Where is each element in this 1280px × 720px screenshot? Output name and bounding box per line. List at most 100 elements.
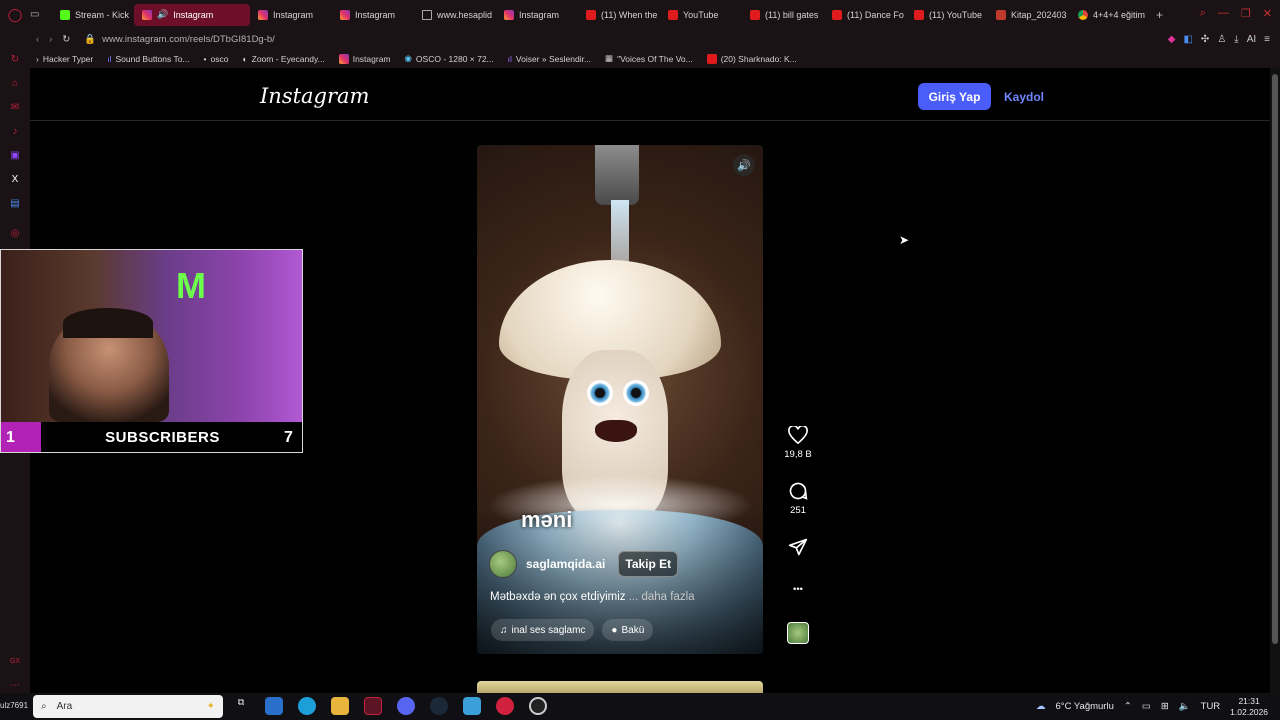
new-tab-icon[interactable]: + — [1156, 8, 1163, 22]
volume-icon[interactable]: 🔊 — [733, 154, 755, 176]
bookmark-osco[interactable]: • osco — [204, 54, 229, 64]
forward-icon[interactable]: › — [49, 34, 52, 45]
bookmark-zoom[interactable]: ◐ Zoom - Eyecandy... — [242, 54, 324, 64]
back-icon[interactable]: ‹ — [36, 34, 39, 45]
dot-icon: • — [203, 53, 207, 64]
youtube-icon — [706, 53, 717, 64]
bookmark-hacker-typer[interactable]: › Hacker Typer — [36, 54, 93, 64]
opera-icon[interactable]: ◯ — [0, 7, 30, 23]
opera-icon[interactable] — [496, 697, 514, 715]
page-scrollbar[interactable] — [1270, 68, 1280, 693]
download-icon[interactable]: ⤓ — [1234, 34, 1238, 45]
settings-app-icon[interactable] — [463, 697, 481, 715]
file-explorer-icon[interactable] — [331, 697, 349, 715]
tab-instagram-3[interactable]: Instagram — [332, 4, 414, 26]
more-link[interactable]: ... daha fazla — [629, 591, 695, 603]
obs-icon[interactable] — [529, 697, 547, 715]
tab-egitim[interactable]: 4+4+4 eğitim — [1070, 4, 1152, 26]
bookmark-sound-buttons[interactable]: ıl Sound Buttons To... — [107, 54, 189, 64]
extension-icon[interactable]: ◆ — [1168, 34, 1176, 45]
tab-instagram-active[interactable]: 🔊 Instagram — [134, 3, 250, 26]
profile-icon[interactable]: ♙ — [1217, 34, 1226, 45]
search-icon[interactable]: ⌕ — [1200, 7, 1206, 20]
reload-icon[interactable]: ↻ — [62, 34, 70, 45]
weather-text[interactable]: 6°C Yağmurlu — [1056, 701, 1114, 712]
tab-instagram-4[interactable]: Instagram — [496, 4, 578, 26]
monitor-icon[interactable]: ▭ — [1142, 701, 1151, 712]
location-chip[interactable]: ● Bakü — [602, 619, 654, 641]
vk-icon[interactable]: ▤ — [9, 197, 21, 209]
tab-youtube-dance[interactable]: (11) Dance Fo — [824, 4, 906, 26]
monster-logo-icon: M — [176, 265, 206, 306]
avatar[interactable] — [489, 550, 517, 578]
audio-thumbnail-icon[interactable] — [787, 622, 809, 644]
scrollbar-thumb[interactable] — [1272, 74, 1278, 644]
twitch-icon[interactable]: ▣ — [9, 149, 21, 161]
tab-youtube-2[interactable]: (11) YouTube — [906, 4, 988, 26]
url-field[interactable]: 🔒 www.instagram.com/reels/DTbGI81Dg-b/ — [84, 34, 274, 45]
tab-hesaplid[interactable]: www.hesaplid — [414, 4, 496, 26]
ai-button[interactable]: AI — [1247, 34, 1256, 45]
comment-count: 251 — [790, 505, 806, 516]
globe-icon: ◉ — [404, 53, 412, 63]
minimize-icon[interactable]: — — [1218, 7, 1229, 20]
bookmark-osco-1280[interactable]: ◉ OSCO - 1280 × 72... — [405, 53, 494, 64]
more-icon[interactable]: ⋯ — [9, 679, 21, 691]
audio-chip[interactable]: ♫ inal ses saglamc — [491, 619, 595, 641]
language-indicator[interactable]: TUR — [1201, 701, 1221, 712]
network-icon[interactable]: ⊞ — [1161, 701, 1169, 712]
store-icon[interactable] — [265, 697, 283, 715]
reel-username[interactable]: saglamqida.ai — [526, 557, 605, 571]
volume-icon[interactable]: 🔈 — [1179, 701, 1191, 712]
subscriber-count-right: 7 — [284, 428, 293, 446]
close-icon[interactable]: ✕ — [1263, 7, 1272, 20]
discord-icon[interactable] — [397, 697, 415, 715]
next-reel-preview[interactable] — [477, 681, 763, 693]
clock[interactable]: 21:31 1.02.2026 — [1230, 696, 1268, 718]
tab-stream-kick[interactable]: Stream - Kick — [52, 4, 134, 26]
login-button[interactable]: Giriş Yap — [918, 83, 991, 110]
task-view-icon[interactable]: ⧉ — [232, 697, 250, 715]
bookmark-sharknado[interactable]: (20) Sharknado: K... — [706, 53, 797, 64]
menu-icon[interactable]: ≡ — [1264, 34, 1270, 45]
tab-kitap[interactable]: Kitap_202403 — [988, 4, 1070, 26]
edge-icon[interactable] — [298, 697, 316, 715]
book-icon — [996, 9, 1006, 20]
taskbar-search[interactable]: ⌕ Ara ✦ — [33, 695, 223, 718]
share-icon[interactable] — [787, 536, 809, 558]
tab-instagram-2[interactable]: Instagram — [250, 4, 332, 26]
browser-tab-bar: ◯ ▭ Stream - Kick 🔊 Instagram Instagram I… — [0, 0, 1280, 29]
bookmark-instagram[interactable]: Instagram — [338, 53, 391, 64]
comment-icon[interactable] — [787, 480, 809, 502]
chevron-up-icon[interactable]: ⌃ — [1124, 701, 1132, 712]
translate-icon[interactable]: ◧ — [1183, 34, 1192, 45]
gx-icon[interactable]: GX — [9, 655, 21, 667]
image-icon: ▦ — [605, 53, 614, 63]
opera-gx-icon[interactable] — [364, 697, 382, 715]
shop-icon[interactable]: ⌂ — [9, 77, 21, 89]
reel-video[interactable]: 🔊 məni saglamqida.ai Takip Et Mətbəxdə ə… — [477, 145, 763, 654]
instagram-logo[interactable]: Instagram — [260, 84, 369, 108]
bookmark-voices[interactable]: ▦ "Voices Of The Vo... — [605, 53, 693, 64]
youtube-icon — [586, 9, 596, 20]
kick-icon — [60, 9, 70, 20]
x-icon[interactable]: X — [9, 173, 21, 185]
messenger-icon[interactable]: ✉ — [9, 101, 21, 113]
music-icon[interactable]: ♪ — [9, 125, 21, 137]
puzzle-icon[interactable]: ✣ — [1201, 34, 1209, 45]
settings-icon[interactable]: ◎ — [9, 227, 21, 239]
more-options-icon[interactable]: ••• — [787, 578, 809, 600]
maximize-icon[interactable]: ❐ — [1241, 7, 1251, 20]
signup-button[interactable]: Kaydol — [998, 83, 1050, 110]
tab-youtube-bill-gates[interactable]: (11) bill gates — [742, 4, 824, 26]
refresh-icon[interactable]: ↻ — [9, 53, 21, 65]
tab-youtube-when[interactable]: (11) When the — [578, 4, 660, 26]
steam-icon[interactable] — [430, 697, 448, 715]
tab-overview-icon[interactable]: ▭ — [30, 9, 52, 20]
follow-button[interactable]: Takip Et — [618, 551, 679, 577]
youtube-icon — [668, 9, 678, 20]
weather-icon[interactable]: ☁ — [1036, 701, 1046, 712]
bookmark-voiser[interactable]: ıl Voiser » Seslendir... — [508, 54, 591, 64]
heart-icon[interactable] — [787, 424, 809, 446]
tab-youtube[interactable]: YouTube — [660, 4, 742, 26]
